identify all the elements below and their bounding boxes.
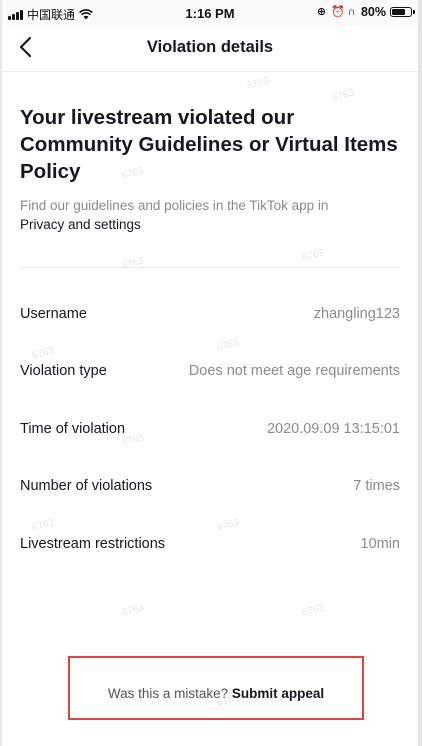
watermark: 6763: [30, 517, 56, 534]
detail-value: Does not meet age requirements: [188, 363, 400, 379]
watermark: 6763: [120, 602, 146, 619]
battery-icon: [390, 7, 415, 17]
detail-label: Violation type: [20, 363, 107, 379]
screen-edge: [418, 0, 422, 746]
detail-row-number-of-violations: Number of violations 7 times: [20, 475, 400, 497]
detail-row-violation-type: Violation type Does not meet age require…: [20, 360, 400, 382]
detail-label: Number of violations: [20, 478, 153, 494]
orientation-lock-icon: ⊕: [316, 5, 327, 18]
violation-details-screen: 中国联通 1:16 PM ⊕ ⏰ ∩ 80% Violation details: [2, 0, 418, 746]
headphones-icon: ∩: [347, 5, 356, 18]
detail-value: 7 times: [353, 478, 400, 494]
watermark: 6763: [245, 75, 271, 92]
detail-row-time-of-violation: Time of violation 2020.09.09 13:15:01: [20, 418, 400, 440]
divider: [20, 267, 400, 268]
privacy-settings-link[interactable]: Privacy and settings: [20, 215, 410, 234]
watermark: 6763: [215, 517, 241, 534]
appeal-highlight-box: Was this a mistake? Submit appeal: [68, 656, 364, 720]
status-bar: 中国联通 1:16 PM ⊕ ⏰ ∩ 80%: [2, 0, 418, 26]
watermark: 6763: [300, 247, 326, 264]
detail-label: Time of violation: [20, 421, 126, 437]
detail-label: Username: [20, 306, 87, 322]
appeal-prompt: Was this a mistake?: [107, 686, 229, 701]
alarm-icon: ⏰: [330, 5, 345, 18]
watermark: 6763: [330, 87, 356, 104]
guidelines-info: Find our guidelines and policies in the …: [20, 196, 410, 234]
guidelines-text: Find our guidelines and policies in the …: [20, 198, 329, 213]
detail-row-username: Username zhangling123: [20, 303, 400, 325]
submit-appeal-link[interactable]: Submit appeal: [232, 686, 324, 701]
battery-fill: [392, 9, 405, 15]
nav-bar: Violation details: [2, 26, 418, 72]
status-right: ⊕ ⏰ ∩ 80%: [316, 5, 415, 19]
detail-value: zhangling123: [313, 306, 400, 322]
detail-value: 2020.09.09 13:15:01: [266, 421, 400, 437]
detail-row-livestream-restrictions: Livestream restrictions 10min: [20, 533, 400, 555]
watermark: 6763: [120, 255, 146, 272]
watermark: 6763: [300, 602, 326, 619]
watermark: 6763: [215, 337, 241, 354]
detail-value: 10min: [360, 536, 401, 552]
violation-headline: Your livestream violated our Community G…: [20, 106, 398, 183]
appeal-prompt-line: Was this a mistake? Submit appeal: [70, 686, 362, 701]
page-title: Violation details: [146, 38, 274, 56]
detail-label: Livestream restrictions: [20, 536, 166, 552]
battery-percent: 80%: [360, 5, 386, 19]
